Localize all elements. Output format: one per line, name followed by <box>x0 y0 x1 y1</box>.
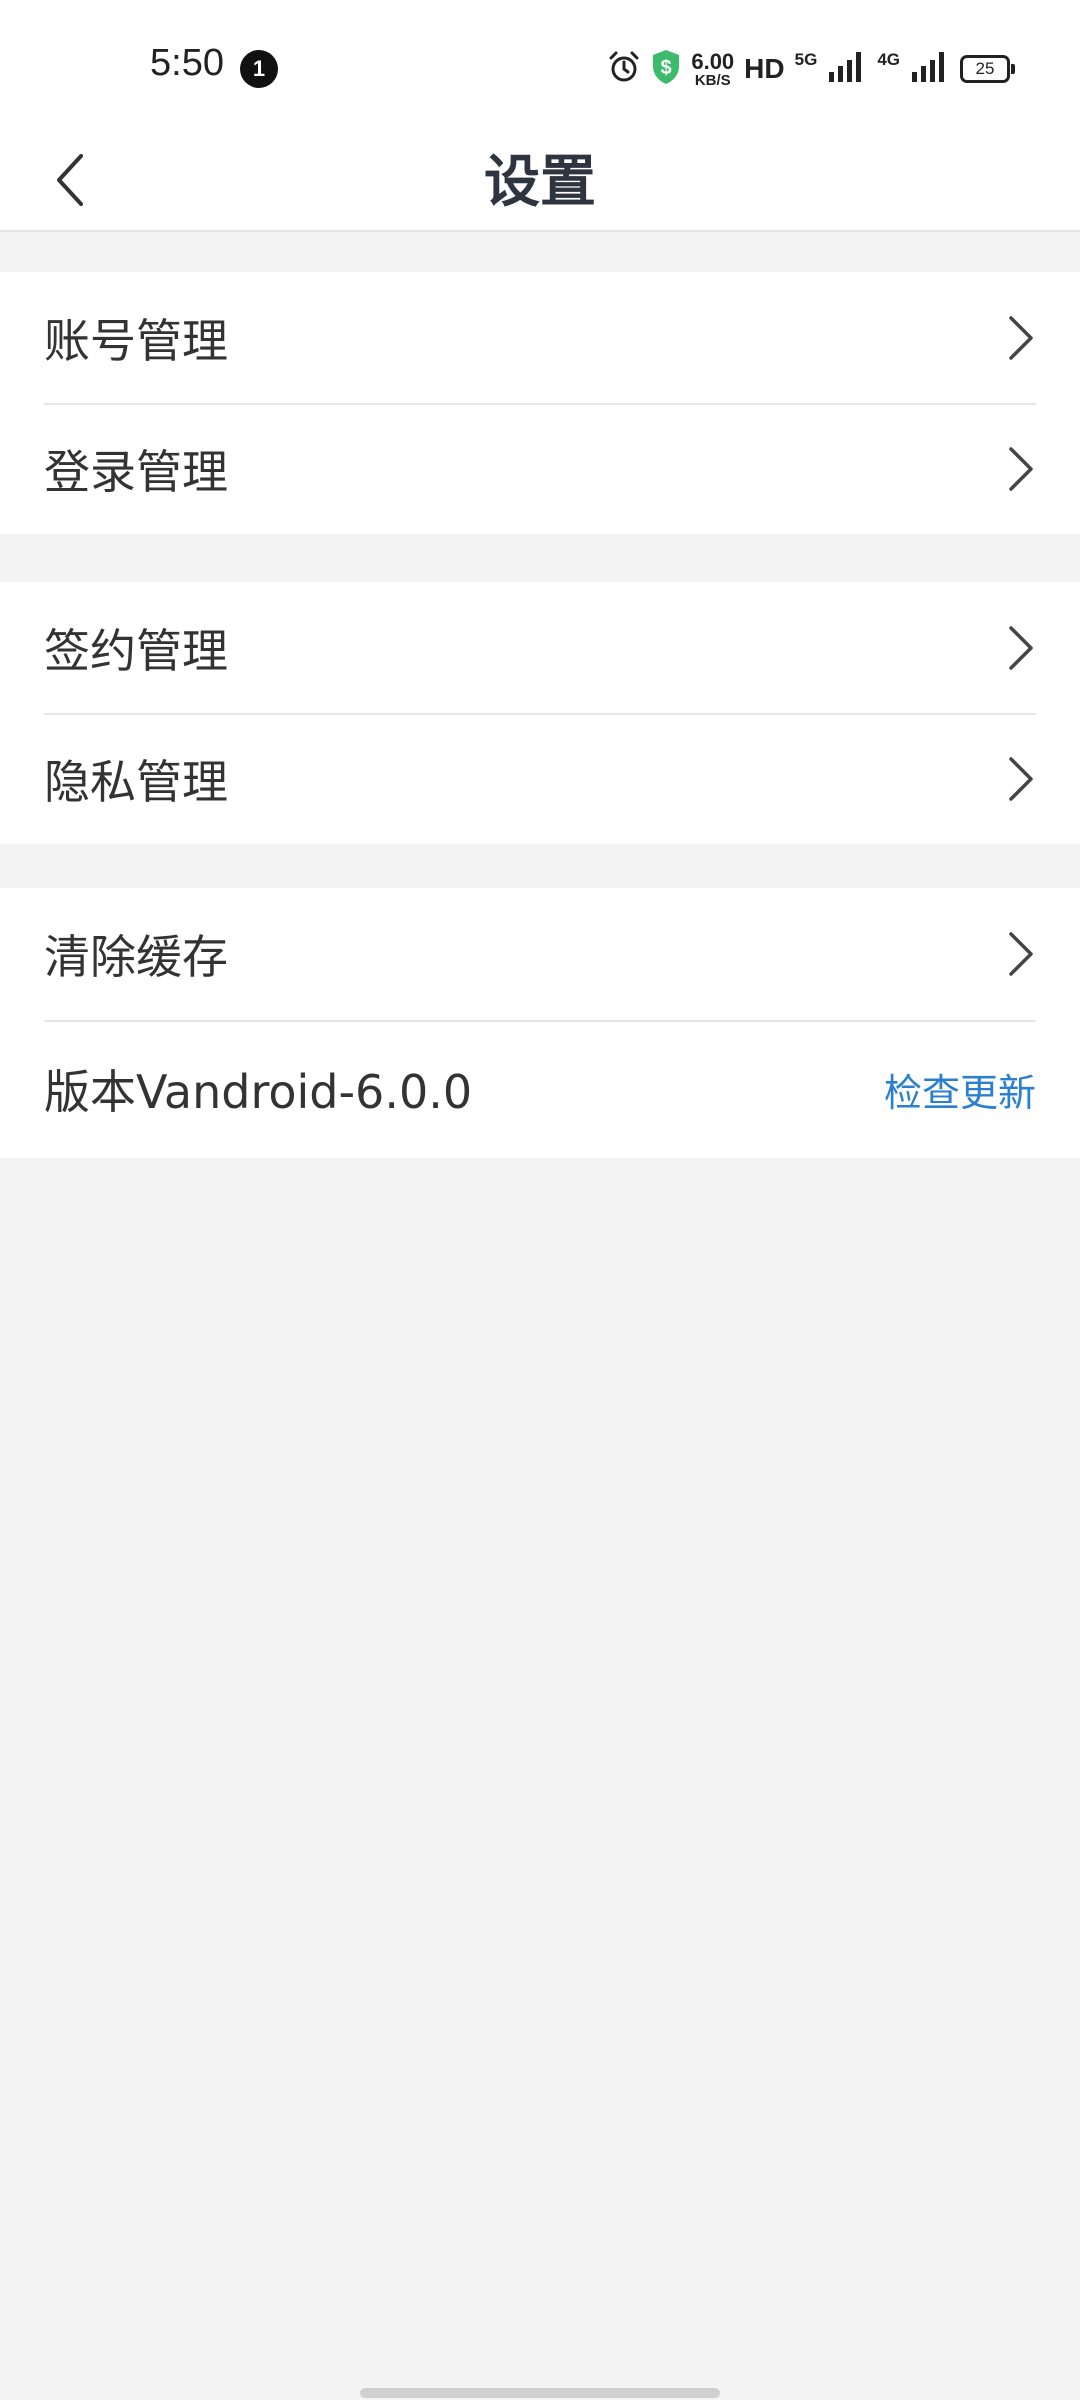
menu-item-clear-cache[interactable]: 清除缓存 <box>0 888 1080 1020</box>
net-speed-value: 6.00 <box>691 48 735 74</box>
version-row: 版本Vandroid-6.0.0 检查更新 <box>0 1020 1080 1158</box>
chevron-right-icon <box>1009 315 1033 360</box>
page-title: 设置 <box>484 150 596 215</box>
check-update-link[interactable]: 检查更新 <box>884 1062 1036 1117</box>
network-5g-label: 5G <box>794 50 818 69</box>
chevron-right-icon <box>1009 625 1033 670</box>
menu-item-label: 签约管理 <box>44 623 228 678</box>
notification-badge: 1 <box>240 50 278 88</box>
status-bar: 5:50 1 $ 6.00 KB/S HD 5G 4G 25 <box>0 0 1080 136</box>
network-4g-label: 4G <box>877 50 900 69</box>
settings-group-account: 账号管理 登录管理 <box>0 272 1080 534</box>
menu-item-account-management[interactable]: 账号管理 <box>0 272 1080 403</box>
settings-group-contract: 签约管理 隐私管理 <box>0 582 1080 844</box>
menu-item-label: 隐私管理 <box>44 754 228 809</box>
signal-5g-icon <box>827 50 867 89</box>
status-icons: $ 6.00 KB/S HD 5G 4G 25 <box>607 44 1015 94</box>
shield-icon: $ <box>651 49 681 90</box>
net-speed: 6.00 KB/S <box>691 48 735 89</box>
menu-item-label: 登录管理 <box>44 444 228 499</box>
signal-4g-icon <box>910 50 950 89</box>
alarm-icon <box>607 50 641 89</box>
menu-item-privacy-management[interactable]: 隐私管理 <box>0 713 1080 844</box>
menu-item-login-management[interactable]: 登录管理 <box>0 403 1080 534</box>
net-speed-unit: KB/S <box>694 71 731 89</box>
chevron-right-icon <box>1009 932 1033 976</box>
hd-label: HD <box>744 53 785 84</box>
svg-text:$: $ <box>661 57 672 79</box>
menu-item-label: 清除缓存 <box>44 930 228 984</box>
menu-item-label: 账号管理 <box>44 313 228 368</box>
chevron-right-icon <box>1009 446 1033 491</box>
home-indicator[interactable] <box>360 2388 720 2398</box>
battery-icon: 25 <box>960 55 1015 83</box>
status-time: 5:50 <box>150 42 224 84</box>
settings-group-system: 清除缓存 版本Vandroid-6.0.0 检查更新 <box>0 888 1080 1158</box>
menu-item-contract-management[interactable]: 签约管理 <box>0 582 1080 713</box>
chevron-right-icon <box>1009 756 1033 801</box>
version-label: 版本Vandroid-6.0.0 <box>44 1065 473 1119</box>
app-header: 设置 <box>0 136 1080 232</box>
